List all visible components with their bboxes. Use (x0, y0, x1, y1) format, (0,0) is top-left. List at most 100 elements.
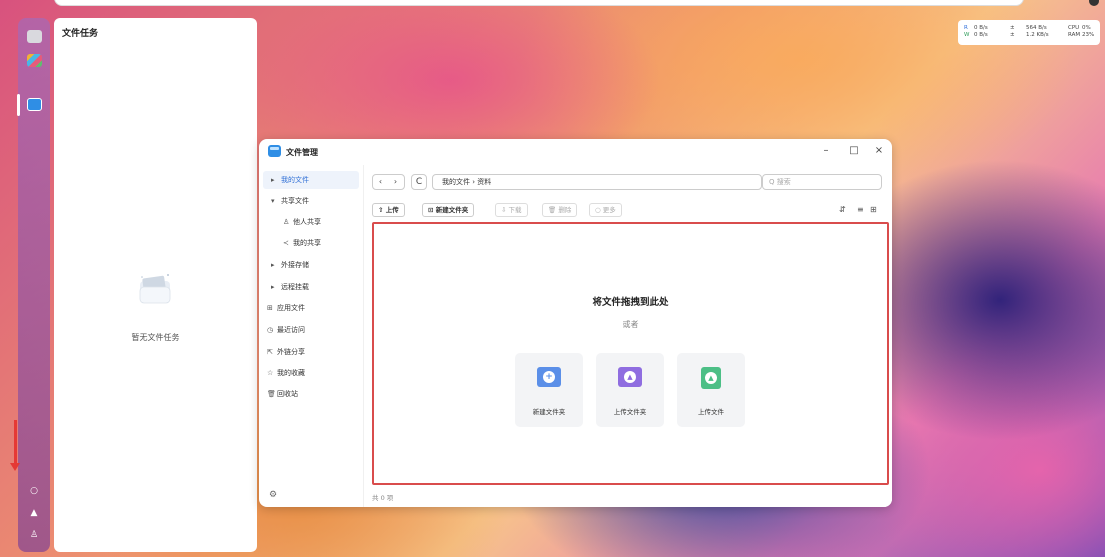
minimize-button[interactable]: – (819, 144, 833, 158)
user-icon: ♙ (283, 218, 290, 226)
sidebar-item-label: 应用文件 (277, 304, 305, 312)
upload-button[interactable]: ⇧ 上传 (372, 203, 405, 217)
sidebar-item-recent[interactable]: ◷ 最近访问 (263, 321, 359, 339)
sidebar-item-my-shares[interactable]: ≺ 我的共享 (263, 234, 359, 252)
new-folder-icon: + (537, 367, 561, 387)
expand-arrow-icon: ▸ (271, 283, 275, 291)
close-button[interactable]: × (872, 144, 886, 158)
ram-label: RAM (1068, 32, 1081, 38)
item-count: 共 0 项 (372, 494, 394, 502)
top-bar (0, 0, 1105, 8)
delete-button[interactable]: 🗑 删除 (542, 203, 578, 217)
sidebar-item-recycle-bin[interactable]: 🗑回收站 (263, 385, 359, 403)
plus-icon: + (543, 371, 555, 383)
expand-arrow-icon: ▸ (271, 176, 275, 184)
trash-icon: 🗑 (267, 390, 276, 398)
sidebar-item-favorites[interactable]: ☆ 我的收藏 (263, 364, 359, 382)
sidebar-item-label: 外接存储 (281, 261, 309, 269)
user-icon[interactable]: ♙ (29, 530, 39, 540)
resource-monitor-widget[interactable]: R 0 B/s ± 564 B/s CPU 0% W 0 B/s ± 1.2 K… (958, 20, 1100, 45)
cpu-value: 0% (1082, 25, 1091, 31)
file-sidebar: ▸ 我的文件 ▾ 共享文件 ♙ 他人共享 ≺ 我的共享 ▸ 外接存储 ▸ 远程挂载 ⊞ 应用文… (259, 165, 363, 507)
clock-icon: ◷ (267, 326, 274, 334)
sidebar-item-app-files[interactable]: ⊞ 应用文件 (263, 299, 359, 317)
monitor-row-read: R 0 B/s ± 564 B/s CPU 0% (964, 25, 1100, 32)
window-title: 文件管理 (286, 148, 318, 157)
read-arrow: ± (1010, 25, 1015, 31)
refresh-button[interactable]: C (411, 174, 427, 190)
sidebar-item-label: 外链分享 (277, 348, 305, 356)
card-label: 上传文件 (698, 408, 724, 416)
net-rate-up: 564 B/s (1026, 25, 1047, 31)
search-input[interactable]: Q 搜索 (762, 174, 882, 190)
drop-zone-title: 将文件拖拽到此处 (592, 297, 669, 308)
sidebar-item-label: 共享文件 (281, 197, 309, 205)
new-folder-button[interactable]: ⊡ 新建文件夹 (422, 203, 475, 217)
sidebar-item-label: 我的共享 (293, 239, 321, 247)
sidebar-item-my-files[interactable]: ▸ 我的文件 (263, 171, 359, 189)
forward-button[interactable]: › (388, 175, 403, 189)
ram-value: 23% (1082, 32, 1095, 38)
sidebar-item-shared-by-others[interactable]: ♙ 他人共享 (263, 213, 359, 231)
bell-icon[interactable]: ▲ (29, 508, 39, 518)
back-button[interactable]: ‹ (373, 175, 388, 189)
maximize-button[interactable]: □ (847, 144, 861, 158)
window-titlebar[interactable]: 文件管理 – □ × (259, 139, 892, 165)
share-icon: ≺ (283, 239, 289, 247)
write-arrow: ± (1010, 32, 1015, 38)
write-label: W (964, 32, 970, 38)
red-arrow-annotation (10, 420, 20, 471)
more-button[interactable]: ○ 更多 (589, 203, 622, 217)
desktop-icon[interactable] (27, 30, 42, 43)
drop-zone-or: 或者 (622, 320, 639, 329)
upload-folder-card[interactable]: ▲ 上传文件夹 (596, 353, 664, 427)
collapse-arrow-icon: ▾ (271, 197, 275, 205)
cpu-label: CPU (1068, 25, 1080, 31)
sidebar-item-label: 他人共享 (293, 218, 321, 226)
sidebar-item-external-storage[interactable]: ▸ 外接存储 (263, 256, 359, 274)
sidebar-item-label: 我的收藏 (277, 369, 305, 377)
expand-arrow-icon: ▸ (271, 261, 275, 269)
file-manager-app-icon (268, 145, 281, 157)
app-center-icon[interactable] (27, 54, 42, 67)
sort-icon[interactable]: ⇵ (839, 203, 846, 217)
read-speed: 0 B/s (974, 25, 988, 31)
monitor-row-write: W 0 B/s ± 1.2 KB/s RAM 23% (964, 32, 1100, 39)
upload-arrow-icon: ▲ (624, 371, 636, 383)
sidebar-item-remote-mount[interactable]: ▸ 远程挂载 (263, 278, 359, 296)
card-label: 新建文件夹 (532, 408, 566, 416)
new-folder-card[interactable]: + 新建文件夹 (515, 353, 583, 427)
file-manager-dock-icon[interactable] (27, 98, 42, 111)
notification-center-icon[interactable]: ○ (29, 486, 39, 496)
file-task-panel: 文件任务 暂无文件任务 (54, 18, 257, 552)
upload-file-icon: ▲ (701, 367, 721, 389)
task-panel-title: 文件任务 (62, 29, 99, 39)
external-link-icon: ⇱ (267, 348, 273, 356)
read-label: R (964, 25, 968, 31)
account-icon[interactable] (1089, 0, 1099, 6)
card-label: 上传文件夹 (613, 408, 647, 416)
download-button[interactable]: ⇩ 下载 (495, 203, 528, 217)
global-search-bar[interactable] (54, 0, 1024, 6)
file-manager-window: 文件管理 – □ × ▸ 我的文件 ▾ 共享文件 ♙ 他人共享 ≺ 我的共享 ▸ 外接存储… (259, 139, 892, 507)
sidebar-item-external-links[interactable]: ⇱ 外链分享 (263, 343, 359, 361)
app-dock: ○ ▲ ♙ (17, 18, 50, 552)
apps-grid-icon: ⊞ (267, 304, 273, 312)
empty-folder-illustration (137, 271, 173, 305)
settings-icon[interactable]: ⚙ (269, 490, 277, 500)
file-toolbar: ⇧ 上传 ⊡ 新建文件夹 ⇩ 下载 🗑 删除 ○ 更多 ⇵ ≡ ⊞ (372, 203, 887, 217)
grid-view-icon[interactable]: ⊞ (870, 203, 877, 217)
upload-folder-icon: ▲ (618, 367, 642, 387)
list-view-icon[interactable]: ≡ (857, 203, 864, 217)
upload-file-card[interactable]: ▲ 上传文件 (677, 353, 745, 427)
empty-task-text: 暂无文件任务 (131, 333, 180, 342)
upload-arrow-icon: ▲ (705, 372, 717, 384)
drop-zone[interactable]: 将文件拖拽到此处 或者 + 新建文件夹 ▲ 上传文件夹 ▲ 上传文件 (372, 222, 889, 485)
sidebar-item-label: 远程挂载 (281, 283, 309, 291)
breadcrumb[interactable]: 我的文件 › 资料 (432, 174, 762, 190)
sidebar-item-shared-files[interactable]: ▾ 共享文件 (263, 192, 359, 210)
sidebar-item-label: 回收站 (277, 390, 298, 398)
nav-buttons: ‹ › (372, 174, 405, 190)
net-rate-down: 1.2 KB/s (1026, 32, 1049, 38)
file-main-area: ‹ › C 我的文件 › 资料 Q 搜索 ⇧ 上传 ⊡ 新建文件夹 ⇩ 下载 🗑 … (363, 165, 892, 507)
